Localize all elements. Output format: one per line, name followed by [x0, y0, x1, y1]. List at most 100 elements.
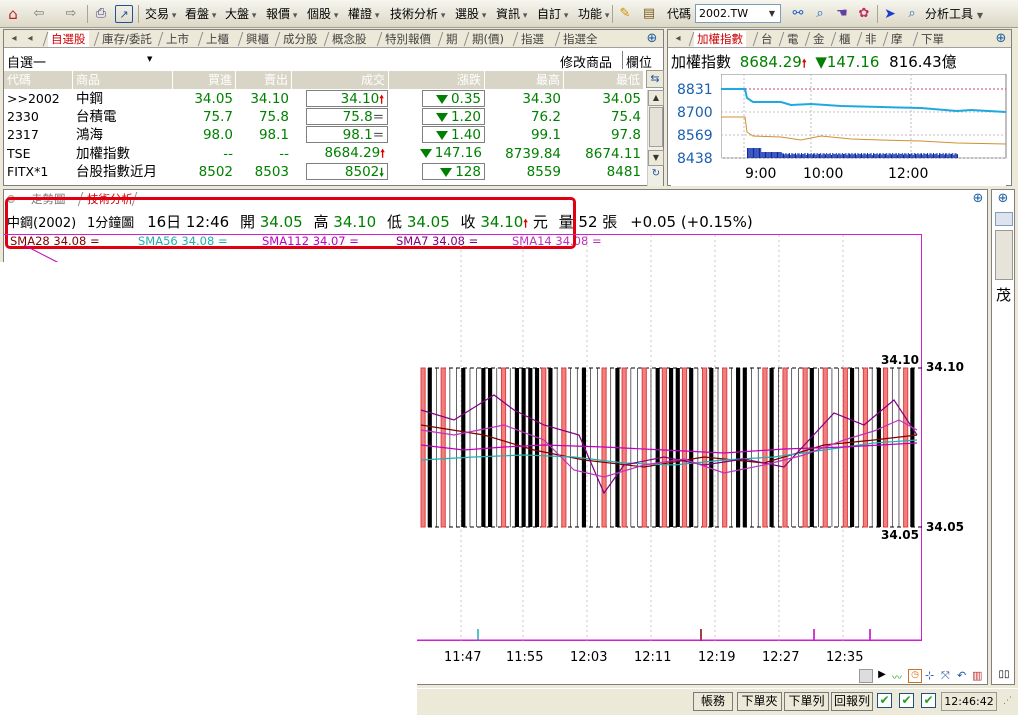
- check-icon[interactable]: ✔: [899, 693, 914, 708]
- index-volume-bar: [821, 154, 823, 158]
- tab-watch-1[interactable]: 庫存/委託: [99, 31, 155, 47]
- table-row[interactable]: FITX*1 台股指數近月 8502 8503 8502🠗 128 8559 8481: [4, 162, 645, 181]
- forward-arrow-icon[interactable]: ⇨: [62, 5, 80, 23]
- status-button-1[interactable]: 下單夾: [737, 692, 782, 711]
- menu-6[interactable]: 技術分析 ▾: [390, 4, 445, 24]
- tab-scroll-left-icon[interactable]: ◂: [6, 31, 22, 47]
- analysis-tools-menu[interactable]: 分析工具 ▼: [925, 4, 983, 24]
- table-header-5[interactable]: 漲跌: [389, 71, 485, 89]
- status-button-0[interactable]: 帳務: [693, 692, 733, 711]
- status-button-3[interactable]: 回報列: [831, 692, 873, 711]
- menu-10[interactable]: 功能 ▾: [578, 4, 609, 24]
- tab-watch-0[interactable]: 自選股: [48, 31, 89, 47]
- tab-watch-5[interactable]: 成分股: [280, 31, 321, 47]
- tab-watch-3[interactable]: 上櫃: [203, 31, 232, 47]
- tab-watch-6[interactable]: 概念股: [329, 31, 370, 47]
- watchlist-scrollbar[interactable]: ▲ ▼ ↻: [647, 90, 664, 186]
- zoom-icon[interactable]: ⊕: [993, 31, 1009, 47]
- tab-watch-2[interactable]: 上市: [163, 31, 192, 47]
- tab-index-3[interactable]: 金: [810, 31, 828, 47]
- check-icon[interactable]: ✔: [921, 693, 936, 708]
- home-icon[interactable]: ⌂: [4, 5, 22, 23]
- low-price: 75.4: [610, 109, 641, 126]
- table-row[interactable]: 2330 台積電 75.7 75.8 75.8= 1.20 76.2 75.4: [4, 108, 645, 126]
- tab-index-1[interactable]: 台: [758, 31, 776, 47]
- zoom-fit-icon[interactable]: ⤧: [941, 669, 955, 683]
- table-header-2[interactable]: 買進: [173, 71, 236, 89]
- modify-items-button[interactable]: 修改商品: [560, 52, 612, 71]
- pointer-icon[interactable]: ➤: [881, 5, 899, 23]
- table-header-3[interactable]: 賣出: [236, 71, 292, 89]
- scroll-up-icon[interactable]: ▲: [648, 90, 664, 106]
- open-window-icon[interactable]: ↗: [115, 5, 133, 23]
- menu-4[interactable]: 個股 ▾: [307, 4, 338, 24]
- crosshair-icon[interactable]: ⊹: [925, 669, 939, 683]
- tab-watch-11[interactable]: 指選全: [560, 31, 601, 47]
- line-chart-icon[interactable]: 〰: [892, 669, 906, 684]
- pen-icon[interactable]: ✎: [616, 5, 634, 23]
- refresh-icon[interactable]: ↻: [649, 168, 663, 182]
- index-volume-bar: [913, 153, 915, 158]
- low-price: 34.05: [602, 91, 641, 107]
- tab-scroll-left-icon[interactable]: ◂: [670, 31, 686, 47]
- zoom-icon[interactable]: ⊕: [644, 31, 660, 47]
- tab-watch-7[interactable]: 特別報價: [382, 31, 434, 47]
- table-header-0[interactable]: 代碼: [4, 71, 73, 89]
- undo-icon[interactable]: ↶: [957, 669, 971, 683]
- scroll-box[interactable]: [859, 669, 873, 683]
- tab-watch-10[interactable]: 指選: [518, 31, 547, 47]
- tab-index-5[interactable]: 非: [862, 31, 880, 47]
- clock-icon[interactable]: ◷: [908, 669, 922, 683]
- menu-2[interactable]: 大盤 ▾: [225, 4, 256, 24]
- watch-group-select[interactable]: 自選一 ▼: [7, 52, 152, 71]
- column-settings-button[interactable]: 欄位: [626, 52, 652, 71]
- analysis-search-icon[interactable]: ⌕: [903, 5, 921, 23]
- resize-icon[interactable]: ▯▯: [995, 669, 1013, 683]
- table-row[interactable]: TSE 加權指數 -- -- 8684.29🠕 147.16 8739.84 8674.11: [4, 145, 645, 163]
- stamp-icon[interactable]: ✿: [855, 5, 873, 23]
- side-input[interactable]: [995, 212, 1013, 226]
- print-icon[interactable]: ⎙: [92, 5, 110, 23]
- table-header-4[interactable]: 成交: [292, 71, 389, 89]
- stock-code-input[interactable]: 2002.TW ▼: [695, 4, 781, 23]
- table-header-6[interactable]: 最高: [485, 71, 564, 89]
- chevron-down-icon[interactable]: ▼: [765, 6, 779, 21]
- table-row[interactable]: 2317 鴻海 98.0 98.1 98.1= 1.40 99.1 97.8: [4, 126, 645, 144]
- tab-index-7[interactable]: 下單: [918, 31, 947, 47]
- menu-8[interactable]: 資訊 ▾: [496, 4, 527, 24]
- table-header-7[interactable]: 最低: [564, 71, 644, 89]
- tab-watch-9[interactable]: 期(價): [469, 31, 507, 47]
- zoom-icon[interactable]: ⊕: [970, 191, 986, 207]
- scroll-down-icon[interactable]: ▼: [648, 150, 664, 166]
- tab-index-0[interactable]: 加權指數: [694, 31, 746, 47]
- tab-scroll-right-icon[interactable]: ◂: [22, 31, 38, 47]
- tab-watch-4[interactable]: 興櫃: [243, 31, 272, 47]
- chevron-down-icon: ▾: [372, 11, 380, 21]
- status-button-2[interactable]: 下單列: [784, 692, 829, 711]
- menu-0[interactable]: 交易 ▾: [145, 4, 176, 24]
- hand-icon[interactable]: ☚: [833, 5, 851, 23]
- tab-index-6[interactable]: 摩: [888, 31, 906, 47]
- scroll-thumb[interactable]: [649, 107, 663, 147]
- check-icon[interactable]: ✔: [877, 693, 892, 708]
- menu-5[interactable]: 權證 ▾: [348, 4, 379, 24]
- search-icon[interactable]: ⌕: [811, 5, 829, 23]
- back-arrow-icon[interactable]: ⇦: [30, 5, 48, 23]
- menu-3[interactable]: 報價 ▾: [266, 4, 297, 24]
- table-row[interactable]: >>2002 中鋼 34.05 34.10 34.10🠕 0.35 34.30 34.05: [4, 90, 645, 108]
- table-header-1[interactable]: 商品: [73, 71, 173, 89]
- menu-7[interactable]: 選股 ▾: [455, 4, 486, 24]
- menu-9[interactable]: 自訂 ▾: [537, 4, 568, 24]
- binoculars-icon[interactable]: ⚯: [789, 5, 807, 23]
- index-volume-bar: [869, 153, 871, 158]
- play-icon[interactable]: ▶: [875, 669, 889, 683]
- tab-index-4[interactable]: 櫃: [836, 31, 854, 47]
- tab-watch-8[interactable]: 期: [443, 31, 461, 47]
- notepad-icon[interactable]: ▤: [640, 5, 658, 23]
- bar-chart-icon[interactable]: ▥: [972, 669, 986, 683]
- menu-1[interactable]: 看盤 ▾: [185, 4, 216, 24]
- tab-index-2[interactable]: 電: [784, 31, 802, 47]
- zoom-icon[interactable]: ⊕: [995, 191, 1011, 207]
- panel-toggle-icon[interactable]: ⇆: [646, 70, 664, 88]
- side-scrollbar[interactable]: [995, 230, 1013, 280]
